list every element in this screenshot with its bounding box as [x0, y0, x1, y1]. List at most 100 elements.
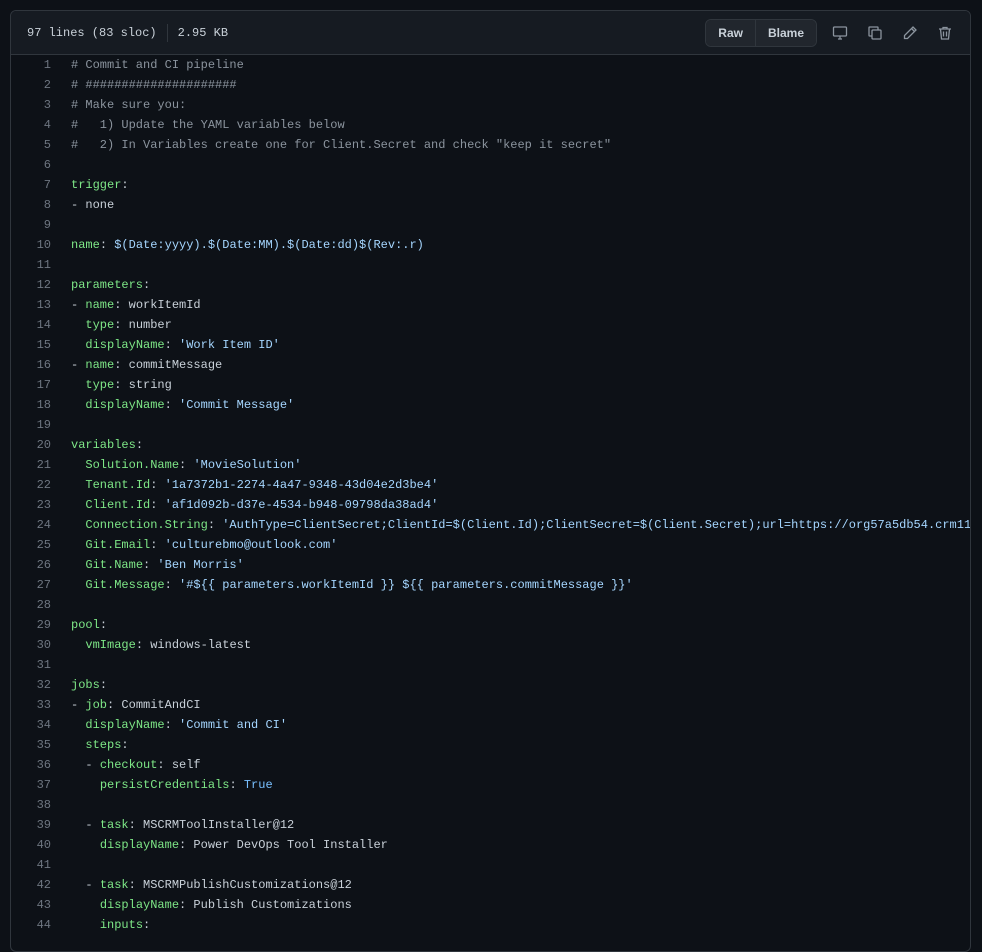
raw-button[interactable]: Raw: [706, 20, 755, 46]
code-line: 44 inputs:: [11, 915, 970, 935]
line-number[interactable]: 11: [11, 255, 71, 275]
code-token: :: [99, 618, 108, 632]
code-token: displayName: [99, 838, 180, 852]
line-number[interactable]: 39: [11, 815, 71, 835]
code-token: # Commit and CI pipeline: [71, 58, 244, 72]
code-token: inputs: [99, 918, 144, 932]
line-number[interactable]: 44: [11, 915, 71, 935]
code-token: -: [71, 758, 100, 772]
line-number[interactable]: 20: [11, 435, 71, 455]
code-token: name: [85, 358, 115, 372]
line-number[interactable]: 30: [11, 635, 71, 655]
line-content: name: $(Date:yyyy).$(Date:MM).$(Date:dd)…: [71, 235, 424, 255]
line-number[interactable]: 42: [11, 875, 71, 895]
line-number[interactable]: 7: [11, 175, 71, 195]
code-token: steps: [85, 738, 122, 752]
code-token: # 2) In Variables create one for Client.…: [71, 138, 612, 152]
line-content: Client.Id: 'af1d092b-d37e-4534-b948-0979…: [71, 495, 438, 515]
line-number[interactable]: 12: [11, 275, 71, 295]
copy-icon[interactable]: [857, 19, 892, 47]
code-token: :: [143, 918, 151, 932]
line-number[interactable]: 1: [11, 55, 71, 75]
code-token: 'Ben Morris': [157, 558, 244, 572]
code-token: :: [164, 718, 180, 732]
line-number[interactable]: 8: [11, 195, 71, 215]
line-number[interactable]: 10: [11, 235, 71, 255]
code-token: :: [164, 578, 180, 592]
code-line: 35 steps:: [11, 735, 970, 755]
line-number[interactable]: 4: [11, 115, 71, 135]
code-token: displayName: [85, 398, 165, 412]
line-number[interactable]: 21: [11, 455, 71, 475]
code-token: : Publish Customizations: [179, 898, 352, 912]
line-number[interactable]: 35: [11, 735, 71, 755]
line-number[interactable]: 40: [11, 835, 71, 855]
line-number[interactable]: 38: [11, 795, 71, 815]
code-line: 7 trigger:: [11, 175, 970, 195]
line-number[interactable]: 6: [11, 155, 71, 175]
code-token: displayName: [99, 898, 180, 912]
line-number[interactable]: 31: [11, 655, 71, 675]
line-content: Solution.Name: 'MovieSolution': [71, 455, 301, 475]
line-number[interactable]: 19: [11, 415, 71, 435]
line-number[interactable]: 33: [11, 695, 71, 715]
code-line: 10 name: $(Date:yyyy).$(Date:MM).$(Date:d…: [11, 235, 970, 255]
view-button-group: Raw Blame: [705, 19, 817, 47]
line-number[interactable]: 26: [11, 555, 71, 575]
code-line: 4 # 1) Update the YAML variables below: [11, 115, 970, 135]
code-token: : commitMessage: [114, 358, 223, 372]
line-number[interactable]: 9: [11, 215, 71, 235]
code-line: 27 Git.Message: '#${{ parameters.workIte…: [11, 575, 970, 595]
line-number[interactable]: 29: [11, 615, 71, 635]
code-token: name: [85, 298, 115, 312]
code-token: :: [143, 278, 151, 292]
code-line: 38: [11, 795, 970, 815]
line-number[interactable]: 32: [11, 675, 71, 695]
line-number[interactable]: 28: [11, 595, 71, 615]
line-number[interactable]: 2: [11, 75, 71, 95]
line-content: trigger:: [71, 175, 129, 195]
code-token: :: [121, 738, 129, 752]
line-content: pool:: [71, 615, 107, 635]
code-line: 29 pool:: [11, 615, 970, 635]
code-token: pool: [71, 618, 100, 632]
line-number[interactable]: 18: [11, 395, 71, 415]
line-number[interactable]: 13: [11, 295, 71, 315]
line-number[interactable]: 43: [11, 895, 71, 915]
line-number[interactable]: 5: [11, 135, 71, 155]
code-token: -: [71, 878, 100, 892]
code-line: 8- none: [11, 195, 970, 215]
line-number[interactable]: 27: [11, 575, 71, 595]
code-token: :: [164, 398, 180, 412]
line-number[interactable]: 25: [11, 535, 71, 555]
line-number[interactable]: 14: [11, 315, 71, 335]
line-number[interactable]: 36: [11, 755, 71, 775]
trash-icon[interactable]: [927, 19, 962, 47]
line-number[interactable]: 16: [11, 355, 71, 375]
line-number[interactable]: 24: [11, 515, 71, 535]
code-token: variables: [71, 438, 136, 452]
blame-button[interactable]: Blame: [754, 20, 816, 46]
code-line: 6: [11, 155, 970, 175]
line-number[interactable]: 17: [11, 375, 71, 395]
desktop-icon[interactable]: [822, 19, 857, 47]
line-number[interactable]: 23: [11, 495, 71, 515]
line-number[interactable]: 3: [11, 95, 71, 115]
code-token: '#${{ parameters.workItemId }} ${{ param…: [179, 578, 633, 592]
line-number[interactable]: 37: [11, 775, 71, 795]
line-number[interactable]: 41: [11, 855, 71, 875]
line-number[interactable]: 34: [11, 715, 71, 735]
code-line: 30 vmImage: windows-latest: [11, 635, 970, 655]
line-number[interactable]: 22: [11, 475, 71, 495]
code-line: 9: [11, 215, 970, 235]
pencil-icon[interactable]: [892, 19, 927, 47]
line-number[interactable]: 15: [11, 335, 71, 355]
code-line: 15 displayName: 'Work Item ID': [11, 335, 970, 355]
code-token: parameters: [71, 278, 144, 292]
code-line: 36 - checkout: self: [11, 755, 970, 775]
